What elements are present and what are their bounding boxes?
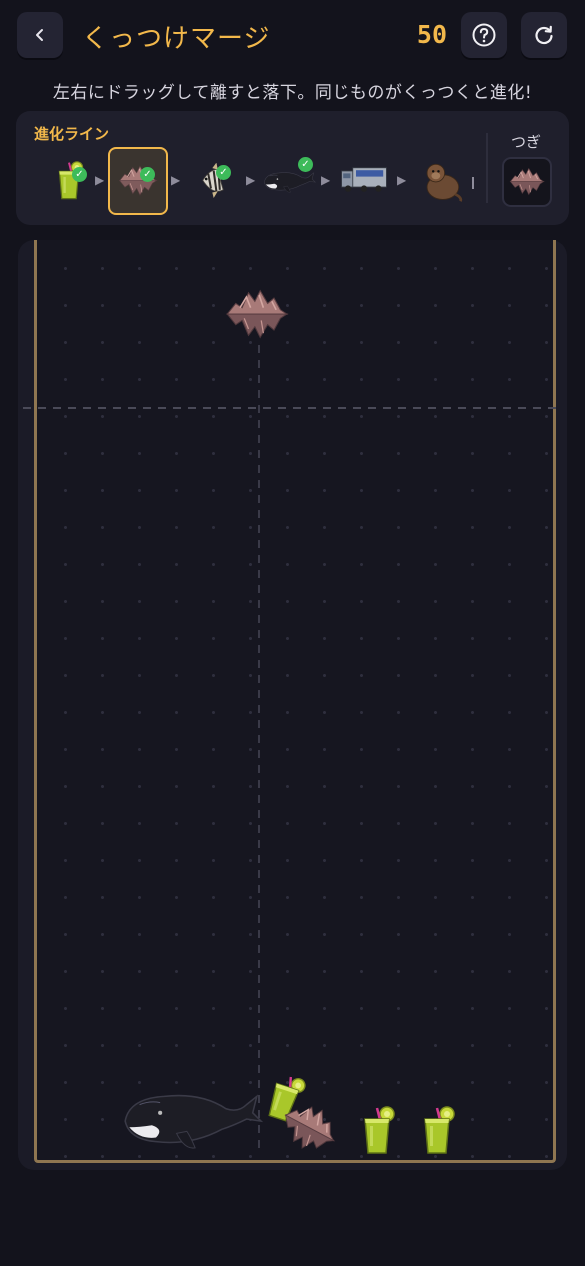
evolution-item-angelfish: ✓ xyxy=(188,149,246,207)
check-icon: ✓ xyxy=(72,167,87,182)
panel-divider xyxy=(486,133,488,203)
smoothie-piece xyxy=(357,1106,397,1156)
score-value: 50 xyxy=(416,20,447,49)
arrow-icon: ▶ xyxy=(95,173,105,187)
evolution-panel: 進化ライン ✓ ▶ ✓ ▶ ✓ ▶ ✓ ▶ ▶ つぎ xyxy=(16,111,569,225)
check-icon: ✓ xyxy=(140,167,155,182)
check-icon: ✓ xyxy=(216,165,231,180)
arrow-icon: ▶ xyxy=(246,173,256,187)
coral-icon xyxy=(508,165,546,197)
instruction-text: 左右にドラッグして離すと落下。同じものがくっつくと進化! xyxy=(52,83,533,103)
smoothie-piece xyxy=(417,1106,457,1156)
next-item-box xyxy=(502,157,552,207)
top-bar: くっつけマージ 50 xyxy=(0,0,585,74)
evolution-label: 進化ライン xyxy=(34,125,110,143)
evolution-item-smoothie: ✓ xyxy=(41,149,99,207)
overflow-marker xyxy=(472,177,474,189)
arrow-icon: ▶ xyxy=(397,173,407,187)
truck-icon xyxy=(340,163,388,195)
reset-button[interactable] xyxy=(521,12,567,58)
arrow-icon: ▶ xyxy=(321,173,331,187)
game-board[interactable] xyxy=(23,240,559,1163)
back-button[interactable] xyxy=(17,12,63,58)
question-circle-icon xyxy=(472,23,496,47)
next-label: つぎ xyxy=(510,133,541,151)
evolution-item-monkey xyxy=(414,149,472,207)
help-button[interactable] xyxy=(461,12,507,58)
refresh-icon xyxy=(535,25,553,45)
whale-piece xyxy=(119,1080,263,1156)
game-title: くっつけマージ xyxy=(82,24,271,54)
chevron-left-icon xyxy=(36,29,43,41)
arrow-icon: ▶ xyxy=(171,173,181,187)
evolution-item-coral-current: ✓ xyxy=(108,147,168,215)
check-icon: ✓ xyxy=(298,157,313,172)
monkey-icon xyxy=(418,159,466,203)
held-coral-piece[interactable] xyxy=(223,286,291,340)
evolution-item-truck xyxy=(338,149,390,207)
drop-guide-lines xyxy=(23,345,559,1155)
evolution-item-whale: ✓ xyxy=(260,149,324,207)
